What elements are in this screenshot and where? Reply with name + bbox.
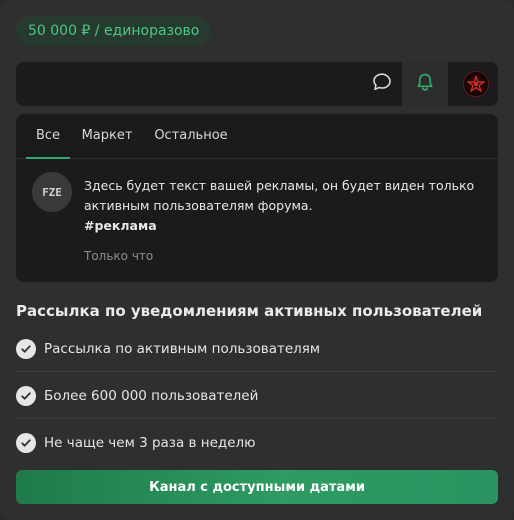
preview-topbar [16, 62, 498, 106]
tab-other[interactable]: Остальное [148, 114, 234, 158]
section-title: Рассылка по уведомлениям активных пользо… [16, 302, 483, 320]
user-avatar [463, 71, 489, 97]
check-icon [16, 338, 36, 359]
available-dates-channel-button[interactable]: Канал с доступными датами [16, 470, 498, 504]
notification-avatar: FZE [32, 172, 72, 212]
tab-all[interactable]: Все [26, 114, 70, 159]
chat-bubble-icon [371, 71, 393, 97]
account-button[interactable] [454, 62, 498, 106]
price-badge: 50 000 ₽ / единоразово [16, 16, 212, 46]
notification-tabs: Все Маркет Остальное [16, 114, 498, 159]
bell-icon [414, 71, 436, 97]
ad-offer-card: 50 000 ₽ / единоразово Все Маркет Осталь… [0, 0, 514, 520]
chat-button[interactable] [362, 62, 402, 106]
notifications-panel: Все Маркет Остальное FZE Здесь будет тек… [16, 114, 498, 282]
notification-time: Только что [84, 249, 154, 263]
feature-item: Рассылка по активным пользователям [16, 326, 498, 372]
pentagram-icon [467, 75, 485, 93]
feature-label: Рассылка по активным пользователям [44, 340, 321, 357]
check-icon [16, 433, 36, 453]
check-icon [16, 385, 36, 406]
notification-text: Здесь будет текст вашей рекламы, он буде… [84, 178, 475, 213]
feature-item: Более 600 000 пользователей [16, 373, 498, 419]
notification-tag: #реклама [84, 218, 157, 233]
tab-market[interactable]: Маркет [76, 114, 138, 158]
notifications-button[interactable] [402, 62, 448, 106]
feature-item: Не чаще чем 3 раза в неделю [16, 420, 498, 466]
feature-label: Более 600 000 пользователей [44, 387, 259, 404]
feature-label: Не чаще чем 3 раза в неделю [44, 435, 256, 451]
